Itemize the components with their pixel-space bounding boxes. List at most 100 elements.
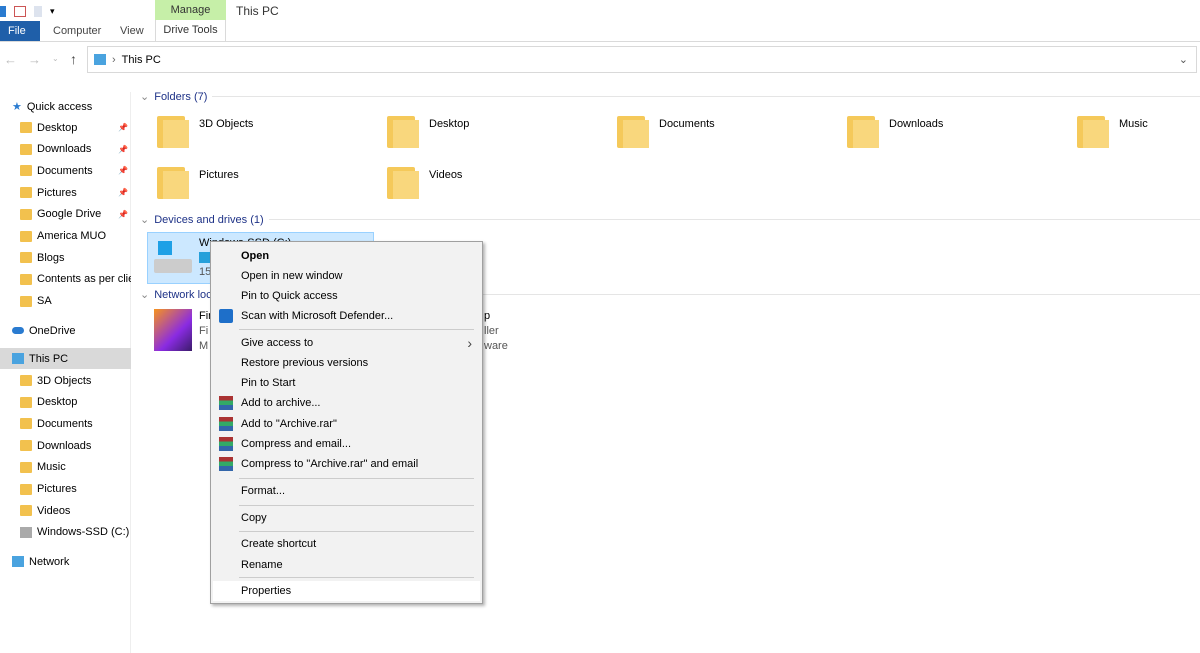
sidebar-quick-item[interactable]: SA — [0, 291, 131, 312]
menu-item-label: Open in new window — [241, 270, 343, 282]
menu-item[interactable]: Give access to › — [213, 333, 480, 353]
sidebar-quick-access[interactable]: ★ Quick access — [12, 96, 143, 117]
sidebar-quick-item[interactable]: Contents as per clie — [0, 269, 131, 290]
sidebar-quick-item[interactable]: America MUO — [0, 226, 131, 247]
folders-group-header[interactable]: ⌄ Folders (7) — [140, 90, 1200, 103]
menu-separator — [239, 577, 474, 578]
sidebar-pc-item[interactable]: Downloads — [0, 435, 131, 456]
menu-item[interactable]: Properties — [213, 581, 480, 601]
drive-icon — [154, 241, 192, 275]
folder-name: Documents — [659, 118, 715, 130]
folder-tile[interactable]: Documents — [617, 112, 715, 148]
forward-icon[interactable]: → — [28, 52, 41, 67]
tab-file[interactable]: File — [0, 21, 40, 41]
sidebar-pc-item[interactable]: Windows-SSD (C:) — [0, 522, 131, 543]
ribbon: ▾ Manage This PC File Computer View Driv… — [0, 0, 1200, 42]
breadcrumb-chevron-icon: › — [112, 53, 116, 66]
menu-item[interactable]: Pin to Quick access — [213, 286, 480, 306]
properties-icon[interactable] — [14, 5, 26, 17]
folder-tile[interactable]: Downloads — [847, 112, 943, 148]
folder-tile[interactable]: Desktop — [387, 112, 469, 148]
folder-tile[interactable]: 3D Objects — [157, 112, 253, 148]
pin-icon[interactable]: 📌 — [118, 123, 128, 132]
menu-item-label: Format... — [241, 485, 286, 497]
menu-item[interactable]: Rename — [213, 555, 480, 575]
sidebar-quick-item[interactable]: Downloads 📌 — [0, 139, 131, 160]
sidebar-onedrive[interactable]: OneDrive — [12, 320, 143, 341]
sidebar-item-label: Downloads — [37, 143, 92, 156]
address-dropdown-icon[interactable]: ⌄ — [1179, 53, 1188, 66]
new-folder-icon[interactable] — [34, 5, 42, 17]
sidebar-item-label: Desktop — [37, 396, 78, 409]
pin-icon[interactable]: 📌 — [118, 210, 128, 219]
sidebar-item-label: Pictures — [37, 186, 77, 199]
collapse-chevron-icon: ⌄ — [140, 91, 150, 103]
pin-icon[interactable]: 📌 — [118, 145, 128, 154]
sidebar-quick-item[interactable]: Blogs — [0, 247, 131, 268]
menu-item[interactable]: Compress to "Archive.rar" and email — [213, 454, 480, 474]
folder-tile[interactable]: Videos — [387, 163, 462, 199]
folder-tile[interactable]: Music — [1077, 112, 1148, 148]
sidebar-pc-item[interactable]: 3D Objects — [0, 370, 131, 391]
sidebar-this-pc[interactable]: This PC — [0, 348, 131, 369]
sidebar-network[interactable]: Network — [12, 551, 143, 572]
network-item2-desc: ller — [484, 325, 499, 337]
folder-tile[interactable]: Pictures — [157, 163, 239, 199]
menu-item[interactable]: Open in new window — [213, 266, 480, 286]
defender-shield-icon — [219, 309, 233, 323]
menu-item[interactable]: Format... — [213, 481, 480, 501]
pin-icon[interactable]: 📌 — [118, 188, 128, 197]
network-item2-name: p — [484, 310, 491, 322]
menu-item[interactable]: Scan with Microsoft Defender... — [213, 306, 480, 326]
collapse-chevron-icon: ⌄ — [140, 289, 150, 301]
menu-item-label: Pin to Start — [241, 377, 296, 389]
sidebar-pc-item[interactable]: Pictures — [0, 479, 131, 500]
menu-item[interactable]: Create shortcut — [213, 534, 480, 554]
devices-group-header[interactable]: ⌄ Devices and drives (1) — [140, 213, 1200, 226]
folder-icon — [20, 122, 32, 133]
tab-view[interactable]: View — [120, 21, 144, 41]
sidebar-item-label: Blogs — [37, 251, 65, 264]
up-icon[interactable]: ↑ — [70, 51, 77, 67]
menu-item[interactable]: Add to "Archive.rar" — [213, 414, 480, 434]
sidebar-quick-item[interactable]: Documents 📌 — [0, 160, 131, 181]
quick-access-toolbar: ▾ — [0, 2, 55, 20]
network-app-icon[interactable] — [154, 309, 192, 351]
menu-item[interactable]: Add to archive... — [213, 393, 480, 413]
app-icon — [0, 5, 6, 17]
customize-qat-icon[interactable]: ▾ — [50, 6, 55, 17]
tab-drive-tools[interactable]: Drive Tools — [155, 20, 226, 41]
folder-icon — [387, 112, 421, 148]
tab-computer[interactable]: Computer — [53, 21, 101, 41]
folder-name: Desktop — [429, 118, 470, 130]
computer-icon — [12, 353, 24, 364]
sidebar-quick-item[interactable]: Pictures 📌 — [0, 182, 131, 203]
menu-item[interactable]: Pin to Start — [213, 373, 480, 393]
menu-separator — [239, 478, 474, 479]
menu-item-label: Add to archive... — [241, 397, 321, 409]
menu-separator — [239, 531, 474, 532]
folder-icon — [20, 165, 32, 177]
sidebar-quick-item[interactable]: Desktop 📌 — [0, 117, 131, 138]
menu-item[interactable]: Open — [213, 246, 480, 266]
address-bar[interactable]: › This PC ⌄ — [87, 46, 1197, 73]
breadcrumb-this-pc[interactable]: This PC — [122, 54, 161, 66]
sidebar-item-label: Documents — [37, 164, 93, 177]
pin-icon[interactable]: 📌 — [118, 166, 128, 175]
sidebar-quick-item[interactable]: Google Drive 📌 — [0, 204, 131, 225]
sidebar-pc-item[interactable]: Music — [0, 457, 131, 478]
star-icon: ★ — [12, 101, 22, 113]
sidebar-item-label: Windows-SSD (C:) — [37, 526, 130, 539]
recent-locations-icon[interactable]: ⌄ — [52, 54, 59, 63]
back-icon[interactable]: ← — [4, 52, 17, 67]
menu-item-label: Pin to Quick access — [241, 290, 338, 302]
menu-item[interactable]: Restore previous versions — [213, 353, 480, 373]
manage-contextual-tab[interactable]: Manage — [155, 0, 226, 20]
sidebar-pc-item[interactable]: Documents — [0, 413, 131, 434]
menu-item-label: Properties — [241, 585, 292, 597]
sidebar-pc-item[interactable]: Videos — [0, 500, 131, 521]
menu-item[interactable]: Copy — [213, 508, 480, 528]
folder-icon — [20, 187, 32, 199]
menu-item[interactable]: Compress and email... — [213, 434, 480, 454]
sidebar-pc-item[interactable]: Desktop — [0, 392, 131, 413]
